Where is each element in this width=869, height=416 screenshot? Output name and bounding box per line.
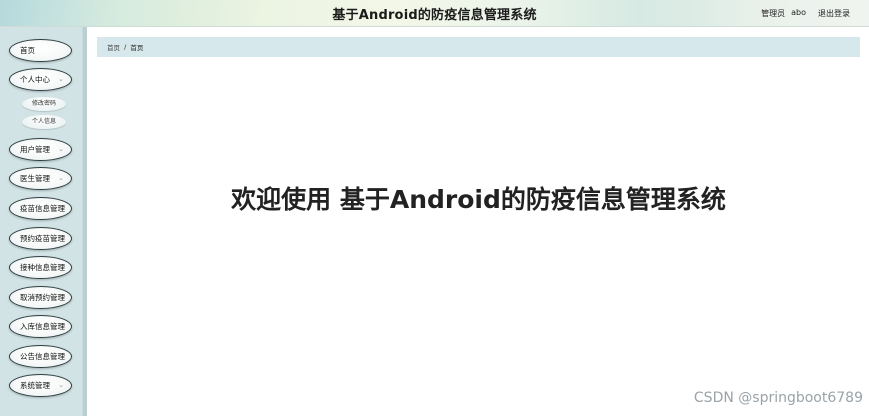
breadcrumb-home-link[interactable]: 首页 (107, 42, 120, 52)
sidebar-item-label: 系统管理 (20, 381, 50, 390)
submenu-item-label: 个人信息 (31, 118, 56, 125)
breadcrumb: 首页 / 首页 (97, 37, 860, 57)
logout-link[interactable]: 退出登录 (818, 8, 850, 19)
sidebar-item-label: 个人中心 (20, 75, 50, 84)
sidebar-item-label: 入库信息管理 (20, 322, 65, 331)
chevron-down-icon: ⌄ (58, 75, 64, 83)
app-title: 基于Android的防疫信息管理系统 (332, 8, 537, 23)
chevron-down-icon: ⌄ (58, 381, 64, 389)
watermark-text: CSDN @springboot6789 (693, 390, 863, 406)
user-info: 管理员 abo 退出登录 (761, 8, 850, 19)
sidebar-item-label: 接种信息管理 (20, 263, 65, 272)
sidebar-item-home[interactable]: 首页 (9, 39, 72, 62)
sidebar-item-label: 疫苗信息管理 (20, 204, 65, 213)
breadcrumb-current: 首页 (130, 44, 144, 52)
sidebar-item-label: 取消预约管理 (20, 293, 65, 302)
top-header: 基于Android的防疫信息管理系统 管理员 abo 退出登录 (0, 0, 869, 27)
sidebar-item-label: 公告信息管理 (20, 352, 65, 361)
sidebar-divider (82, 27, 87, 416)
user-role: 管理员 (761, 9, 786, 18)
sidebar-item-label: 医生管理 (20, 174, 50, 183)
submenu-item-change-password[interactable]: 修改密码 (22, 97, 66, 111)
sidebar-item-label: 用户管理 (20, 145, 50, 154)
sidebar-item-system[interactable]: 系统管理 ⌄ (9, 374, 72, 397)
sidebar-item-vaccine-booking[interactable]: 预约疫苗管理 (9, 227, 72, 250)
sidebar-item-cancel-booking[interactable]: 取消预约管理 (9, 286, 72, 309)
sidebar-item-personal-center[interactable]: 个人中心 ⌄ (9, 68, 72, 91)
submenu-item-label: 修改密码 (31, 100, 56, 107)
submenu-item-personal-info[interactable]: 个人信息 (22, 115, 66, 129)
sidebar-item-stock-in[interactable]: 入库信息管理 (9, 315, 72, 338)
sidebar-item-label: 预约疫苗管理 (20, 234, 65, 243)
sidebar-item-announcements[interactable]: 公告信息管理 (9, 345, 72, 368)
sidebar-item-doctor-management[interactable]: 医生管理 ⌄ (9, 167, 72, 190)
welcome-heading: 欢迎使用 基于Android的防疫信息管理系统 (231, 185, 726, 214)
username: abo (791, 8, 806, 17)
sidebar-item-vaccine-info[interactable]: 疫苗信息管理 (9, 197, 72, 220)
sidebar-item-vaccination-info[interactable]: 接种信息管理 (9, 256, 72, 279)
breadcrumb-separator: / (124, 43, 127, 51)
chevron-down-icon: ⌄ (58, 174, 64, 182)
sidebar-item-label: 首页 (20, 46, 35, 55)
sidebar-item-user-management[interactable]: 用户管理 ⌄ (9, 138, 72, 161)
chevron-down-icon: ⌄ (58, 145, 64, 153)
